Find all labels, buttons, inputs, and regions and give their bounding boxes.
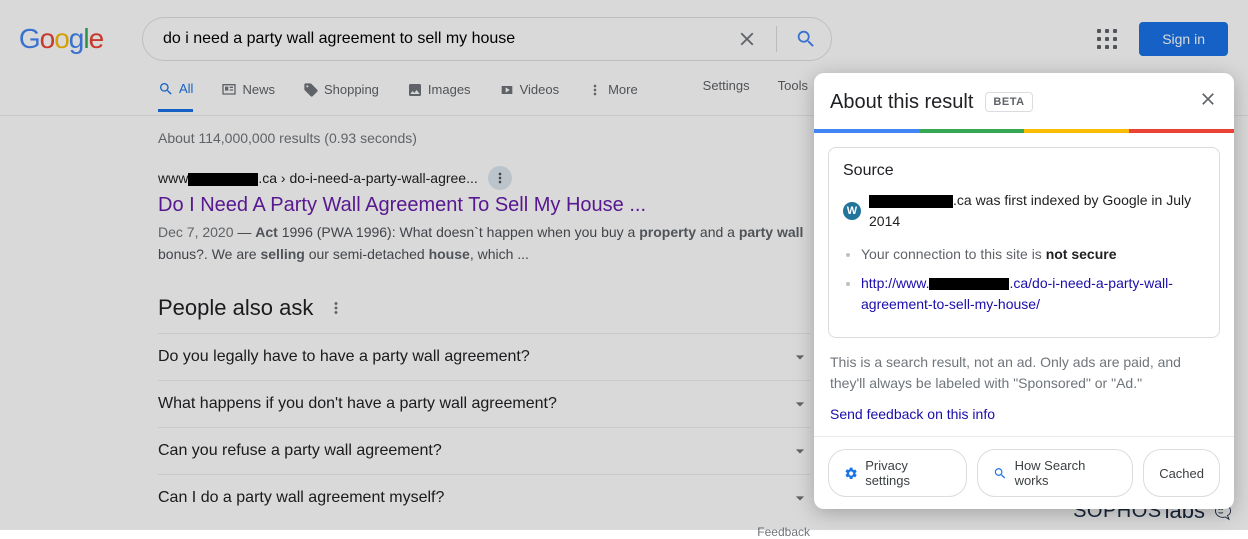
source-indexed-text: W .ca was first indexed by Google in Jul…	[843, 190, 1205, 232]
source-url[interactable]: http://www..ca/do-i-need-a-party-wall-ag…	[861, 273, 1205, 315]
panel-title: About this result	[830, 91, 973, 114]
paa-heading: People also ask	[158, 295, 313, 321]
privacy-settings-chip[interactable]: Privacy settings	[828, 449, 967, 497]
search-icon[interactable]	[795, 28, 817, 50]
tab-images[interactable]: Images	[407, 81, 471, 111]
result-url[interactable]: www.ca › do-i-need-a-party-wall-agree...	[158, 166, 810, 190]
how-search-works-chip[interactable]: How Search works	[977, 449, 1133, 497]
search-result: www.ca › do-i-need-a-party-wall-agree...…	[158, 166, 810, 265]
paa-item[interactable]: What happens if you don't have a party w…	[158, 380, 810, 427]
apps-grid-icon[interactable]	[1095, 27, 1119, 51]
send-feedback-link[interactable]: Send feedback on this info	[830, 406, 995, 422]
source-heading: Source	[843, 162, 1205, 180]
people-also-ask: People also ask Do you legally have to h…	[158, 295, 810, 539]
search-icon	[993, 466, 1007, 481]
paa-feedback[interactable]: Feedback	[158, 525, 810, 539]
paa-item[interactable]: Can I do a party wall agreement myself?	[158, 474, 810, 521]
signin-button[interactable]: Sign in	[1139, 22, 1228, 56]
settings-link[interactable]: Settings	[703, 78, 750, 93]
paa-item[interactable]: Do you legally have to have a party wall…	[158, 333, 810, 380]
chevron-down-icon	[790, 394, 810, 414]
cached-chip[interactable]: Cached	[1143, 449, 1220, 497]
source-card: Source W .ca was first indexed by Google…	[828, 147, 1220, 338]
tab-more[interactable]: More	[587, 81, 638, 111]
result-snippet: Dec 7, 2020 — Act 1996 (PWA 1996): What …	[158, 221, 810, 265]
tab-news[interactable]: News	[221, 81, 275, 111]
chevron-down-icon	[790, 347, 810, 367]
wordpress-icon: W	[843, 202, 861, 220]
beta-badge: BETA	[985, 92, 1032, 112]
result-title[interactable]: Do I Need A Party Wall Agreement To Sell…	[158, 194, 810, 217]
paa-item[interactable]: Can you refuse a party wall agreement?	[158, 427, 810, 474]
search-bar[interactable]	[142, 17, 832, 61]
about-result-panel: About this result BETA Source W .ca was …	[814, 73, 1234, 509]
chevron-down-icon	[790, 441, 810, 461]
security-note: Your connection to this site is not secu…	[861, 244, 1205, 265]
tools-link[interactable]: Tools	[778, 78, 808, 93]
search-input[interactable]	[163, 30, 736, 48]
tab-videos[interactable]: Videos	[499, 81, 560, 111]
tab-all[interactable]: All	[158, 81, 193, 112]
disclaimer-text: This is a search result, not an ad. Only…	[830, 352, 1218, 394]
result-menu-icon[interactable]	[488, 166, 512, 190]
close-icon[interactable]	[1198, 89, 1218, 115]
more-icon[interactable]	[327, 299, 345, 317]
result-stats: About 114,000,000 results (0.93 seconds)	[158, 130, 810, 146]
header-bar: Google Sign in	[0, 0, 1248, 58]
clear-icon[interactable]	[736, 28, 758, 50]
tab-shopping[interactable]: Shopping	[303, 81, 379, 111]
gear-icon	[844, 466, 858, 481]
chevron-down-icon	[790, 488, 810, 508]
google-logo[interactable]: Google	[15, 24, 107, 54]
